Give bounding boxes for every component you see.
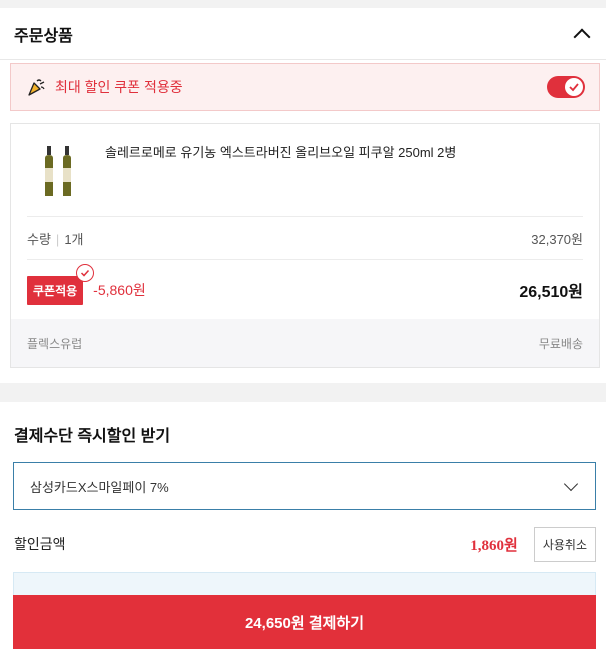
check-icon xyxy=(565,78,583,96)
quantity-value: 1개 xyxy=(64,231,84,247)
check-circle-icon xyxy=(76,263,94,282)
coupon-applied-badge[interactable]: 쿠폰적용 xyxy=(27,275,84,305)
coupon-discount-amount: -5,860원 xyxy=(93,282,146,298)
product-name[interactable]: 솔레르로메로 유기농 엑스트라버진 올리브오일 피쿠알 250ml 2병 xyxy=(105,142,456,216)
shipping-row: 플렉스유럽 무료배송 xyxy=(11,319,599,367)
quantity-label: 수량 xyxy=(27,231,51,247)
shipping-info: 무료배송 xyxy=(538,336,583,351)
cancel-discount-button[interactable]: 사용취소 xyxy=(533,526,596,562)
chevron-up-icon[interactable] xyxy=(572,24,592,44)
discount-row: 쿠폰적용 -5,860원 26,510원 xyxy=(11,260,599,320)
chevron-down-icon xyxy=(563,478,579,494)
final-price: 26,510원 xyxy=(519,284,583,301)
product-card: 솔레르로메로 유기농 엑스트라버진 올리브오일 피쿠알 250ml 2병 수량 |… xyxy=(10,123,600,368)
order-items-header[interactable]: 주문상품 xyxy=(0,8,606,60)
coupon-banner-text: 최대 할인 쿠폰 적용중 xyxy=(55,79,183,95)
coupon-banner: 최대 할인 쿠폰 적용중 xyxy=(10,63,600,111)
separator: | xyxy=(55,231,60,247)
party-popper-icon xyxy=(25,76,47,98)
discount-label: 할인금액 xyxy=(14,536,66,552)
discount-amount-row: 할인금액 1,860원 사용취소 xyxy=(14,526,596,562)
quantity-row: 수량 | 1개 32,370원 xyxy=(11,217,599,259)
card-select[interactable]: 삼성카드X스마일페이 7% xyxy=(13,462,596,510)
section-title: 주문상품 xyxy=(14,27,73,45)
seller-name: 플렉스유럽 xyxy=(27,336,83,351)
original-price: 32,370원 xyxy=(531,231,583,247)
pay-button[interactable]: 24,650원 결제하기 xyxy=(13,595,596,649)
product-image[interactable] xyxy=(27,142,91,202)
discount-amount: 1,860원 xyxy=(470,537,518,554)
coupon-toggle[interactable] xyxy=(547,76,585,98)
section-title: 결제수단 즉시할인 받기 xyxy=(14,428,171,445)
card-select-value: 삼성카드X스마일페이 7% xyxy=(30,479,169,495)
